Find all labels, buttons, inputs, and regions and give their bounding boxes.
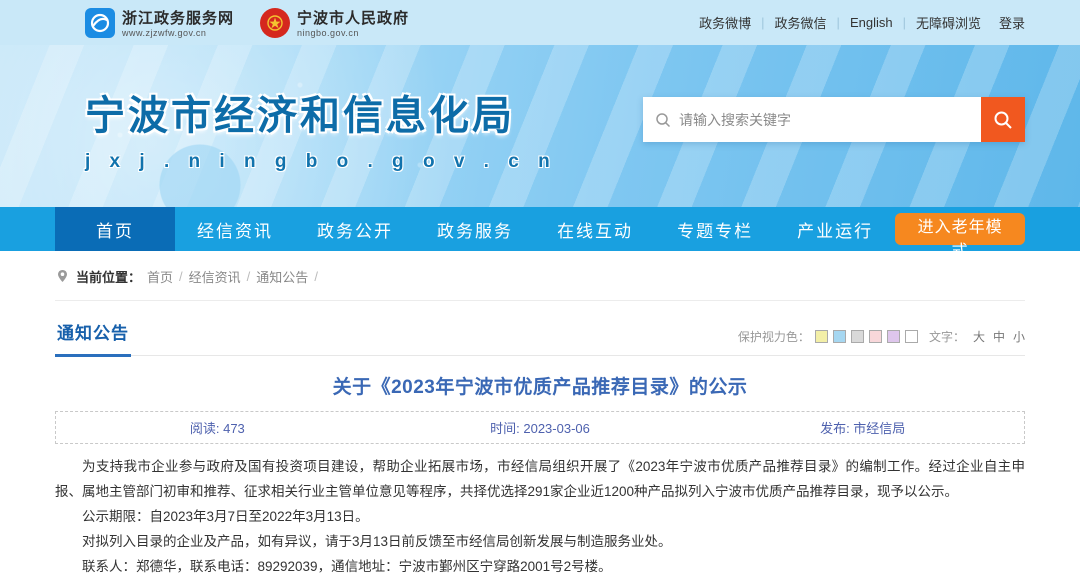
search-input[interactable]	[679, 112, 969, 128]
eye-color-yellow[interactable]	[815, 330, 828, 343]
zhejiang-logo-url: www.zjzwfw.gov.cn	[122, 28, 234, 38]
nav-item-online-interaction[interactable]: 在线互动	[535, 207, 655, 251]
search-icon	[655, 112, 671, 128]
eye-color-white[interactable]	[905, 330, 918, 343]
site-identity: 宁波市经济和信息化局 j x j . n i n g b o . g o v .…	[85, 83, 557, 173]
article-body: 为支持我市企业参与政府及国有投资项目建设，帮助企业拓展市场，市经信局组织开展了《…	[55, 454, 1025, 579]
article-title: 关于《2023年宁波市优质产品推荐目录》的公示	[55, 372, 1025, 399]
top-links: 政务微博 | 政务微信 | English | 无障碍浏览 登录	[699, 13, 1025, 32]
site-banner: 宁波市经济和信息化局 j x j . n i n g b o . g o v .…	[0, 45, 1080, 207]
breadcrumb-home[interactable]: 首页	[147, 267, 173, 286]
site-title: 宁波市经济和信息化局	[85, 83, 557, 141]
eye-protect-label: 保护视力色：	[738, 328, 810, 345]
link-english[interactable]: English	[850, 15, 893, 30]
nav-item-home[interactable]: 首页	[55, 207, 175, 251]
search-button-icon	[993, 110, 1013, 130]
logo-group: 浙江政务服务网 www.zjzwfw.gov.cn 宁波市人民政府 ningbo…	[85, 7, 409, 38]
link-gov-wechat[interactable]: 政务微信	[775, 13, 827, 32]
meta-publisher: 发布: 市经信局	[701, 418, 1024, 437]
paragraph: 对拟列入目录的企业及产品，如有异议，请于3月13日前反馈至市经信局创新发展与制造…	[55, 529, 1025, 554]
ningbo-logo-url: ningbo.gov.cn	[297, 28, 409, 38]
paragraph: 联系人：郑德华，联系电话：89292039，通信地址：宁波市鄞州区宁穿路2001…	[55, 554, 1025, 579]
eye-color-gray[interactable]	[851, 330, 864, 343]
breadcrumb-notices[interactable]: 通知公告	[256, 267, 308, 286]
separator: |	[903, 15, 906, 30]
paragraph: 为支持我市企业参与政府及国有投资项目建设，帮助企业拓展市场，市经信局组织开展了《…	[55, 454, 1025, 504]
meta-publish-time: 时间: 2023-03-06	[379, 418, 702, 437]
nav-item-jingxin-news[interactable]: 经信资讯	[175, 207, 295, 251]
main-navigation: 首页 经信资讯 政务公开 政务服务 在线互动 专题专栏 产业运行 进入老年模式	[0, 207, 1080, 251]
breadcrumb-prefix: 当前位置：	[76, 267, 141, 286]
national-emblem-icon	[260, 8, 290, 38]
zhejiang-logo-icon	[85, 8, 115, 38]
elder-mode-button[interactable]: 进入老年模式	[895, 213, 1025, 245]
section-tab-row: 通知公告 保护视力色： 文字： 大 中 小	[55, 313, 1025, 356]
font-size-label: 文字：	[929, 328, 965, 345]
eye-color-pink[interactable]	[869, 330, 882, 343]
article-meta: 阅读: 473 时间: 2023-03-06 发布: 市经信局	[55, 411, 1025, 444]
nav-item-special-columns[interactable]: 专题专栏	[655, 207, 775, 251]
top-utility-bar: 浙江政务服务网 www.zjzwfw.gov.cn 宁波市人民政府 ningbo…	[0, 0, 1080, 45]
site-url: j x j . n i n g b o . g o v . c n	[85, 151, 557, 173]
zhejiang-logo-text: 浙江政务服务网 www.zjzwfw.gov.cn	[122, 7, 234, 38]
view-tools: 保护视力色： 文字： 大 中 小	[738, 328, 1025, 355]
location-icon	[55, 269, 70, 284]
zhejiang-gov-logo[interactable]: 浙江政务服务网 www.zjzwfw.gov.cn	[85, 7, 234, 38]
breadcrumb: 当前位置： 首页 / 经信资讯 / 通知公告 /	[55, 267, 1025, 301]
link-accessibility[interactable]: 无障碍浏览	[916, 13, 981, 32]
tab-notices[interactable]: 通知公告	[55, 313, 131, 357]
breadcrumb-jingxin-news[interactable]: 经信资讯	[189, 267, 241, 286]
main-content: 当前位置： 首页 / 经信资讯 / 通知公告 / 通知公告 保护视力色： 文字：…	[55, 251, 1025, 585]
breadcrumb-separator: /	[247, 269, 251, 284]
breadcrumb-separator: /	[179, 269, 183, 284]
eye-color-blue[interactable]	[833, 330, 846, 343]
font-size-medium[interactable]: 中	[993, 328, 1005, 345]
ningbo-logo-text: 宁波市人民政府 ningbo.gov.cn	[297, 7, 409, 38]
separator: |	[761, 15, 764, 30]
ningbo-logo-title: 宁波市人民政府	[297, 7, 409, 28]
search-input-wrap	[643, 97, 981, 142]
breadcrumb-separator: /	[314, 269, 318, 284]
link-gov-weibo[interactable]: 政务微博	[699, 13, 751, 32]
eye-color-purple[interactable]	[887, 330, 900, 343]
font-size-small[interactable]: 小	[1013, 328, 1025, 345]
ningbo-gov-logo[interactable]: 宁波市人民政府 ningbo.gov.cn	[260, 7, 409, 38]
nav-item-gov-services[interactable]: 政务服务	[415, 207, 535, 251]
meta-read-count: 阅读: 473	[56, 418, 379, 437]
zhejiang-logo-title: 浙江政务服务网	[122, 7, 234, 28]
search-box	[643, 97, 1025, 142]
separator: |	[837, 15, 840, 30]
font-size-large[interactable]: 大	[973, 328, 985, 345]
search-submit-button[interactable]	[981, 97, 1025, 142]
paragraph: 公示期限：自2023年3月7日至2022年3月13日。	[55, 504, 1025, 529]
nav-item-industry-operation[interactable]: 产业运行	[775, 207, 895, 251]
login-link[interactable]: 登录	[999, 13, 1025, 32]
nav-item-gov-disclosure[interactable]: 政务公开	[295, 207, 415, 251]
